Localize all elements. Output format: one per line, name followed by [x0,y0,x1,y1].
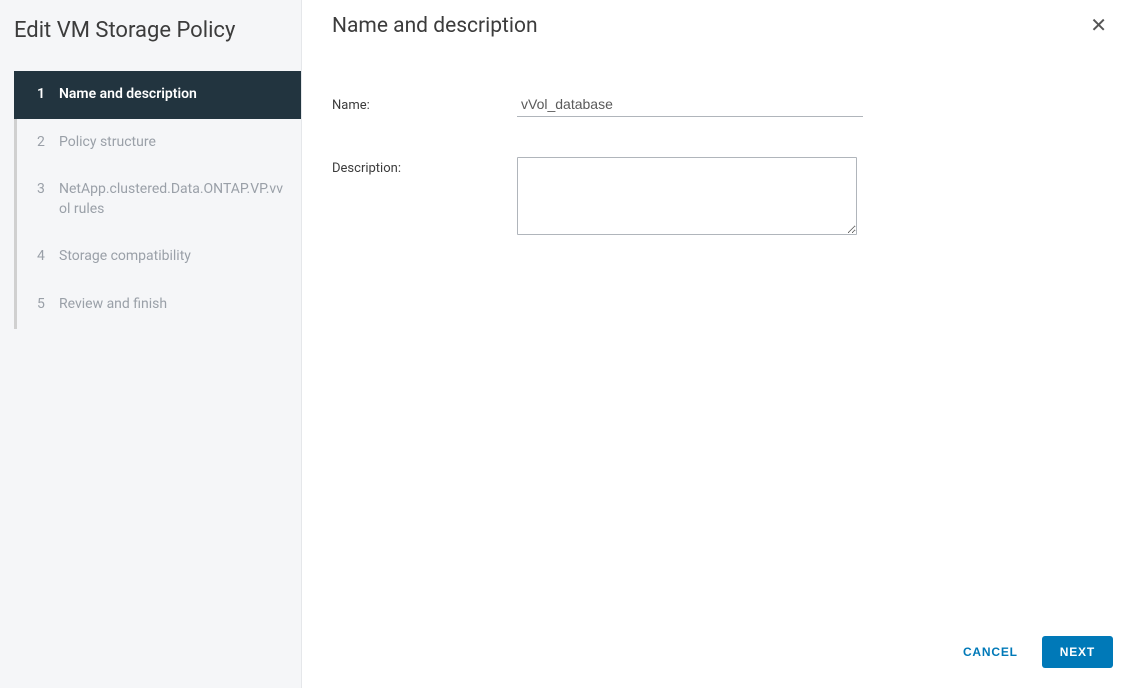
form-row-name: Name: [332,94,1097,117]
main-header: Name and description ✕ [302,0,1127,54]
step-label: Name and description [59,85,289,105]
name-input[interactable] [517,94,863,117]
cancel-button[interactable]: CANCEL [959,637,1022,667]
form-row-description: Description: [332,157,1097,235]
name-label: Name: [332,94,517,113]
description-textarea[interactable] [517,157,857,235]
step-label: Storage compatibility [59,247,289,267]
step-4-storage-compatibility[interactable]: 4 Storage compatibility [17,233,301,281]
next-button[interactable]: NEXT [1042,636,1113,668]
step-label: NetApp.clustered.Data.ONTAP.VP.vvol rule… [59,180,289,219]
step-1-name-description[interactable]: 1 Name and description [14,71,301,119]
wizard-sidebar: Edit VM Storage Policy 1 Name and descri… [0,0,302,688]
step-number: 5 [37,295,53,315]
description-label: Description: [332,157,517,176]
step-5-review-finish[interactable]: 5 Review and finish [17,281,301,329]
form-area: Name: Description: [302,54,1127,620]
close-button[interactable]: ✕ [1088,14,1109,38]
main-content: Name and description ✕ Name: Description… [302,0,1127,688]
sidebar-title: Edit VM Storage Policy [0,0,301,63]
step-3-netapp-rules[interactable]: 3 NetApp.clustered.Data.ONTAP.VP.vvol ru… [17,166,301,233]
steps-list: 1 Name and description 2 Policy structur… [14,71,301,329]
step-label: Review and finish [59,295,289,315]
step-label: Policy structure [59,133,289,153]
close-icon: ✕ [1090,15,1107,37]
wizard-footer: CANCEL NEXT [302,620,1127,688]
step-number: 1 [37,85,53,105]
step-number: 2 [37,133,53,153]
step-number: 4 [37,247,53,267]
step-2-policy-structure[interactable]: 2 Policy structure [17,119,301,167]
page-title: Name and description [332,14,538,38]
step-number: 3 [37,180,53,200]
